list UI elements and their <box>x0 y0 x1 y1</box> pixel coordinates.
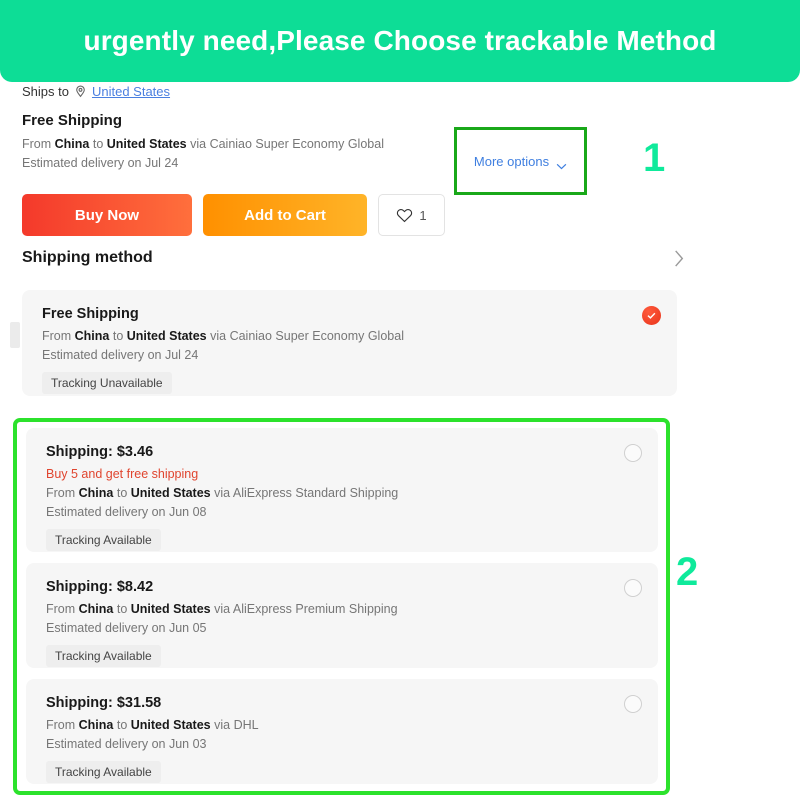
option-eta: Estimated delivery on Jun 05 <box>46 621 207 635</box>
wishlist-count: 1 <box>419 207 427 223</box>
chevron-right-icon[interactable] <box>674 249 684 267</box>
action-buttons: Buy Now Add to Cart 1 <box>22 194 445 236</box>
option-title: Shipping: $8.42 <box>46 579 154 595</box>
option-title: Shipping: $3.46 <box>46 444 154 460</box>
option-route: From China to United States via AliExpre… <box>46 602 398 616</box>
location-pin-icon <box>74 85 87 98</box>
option-eta: Estimated delivery on Jun 08 <box>46 505 207 519</box>
trackable-options-group: Shipping: $3.46 Buy 5 and get free shipp… <box>13 418 670 795</box>
more-options-button[interactable]: More options <box>454 127 587 195</box>
option-radio[interactable] <box>624 695 642 713</box>
option-eta: Estimated delivery on Jun 03 <box>46 737 207 751</box>
option-title: Free Shipping <box>42 306 139 322</box>
annotation-marker-2: 2 <box>676 550 699 594</box>
ships-to-row: Ships to United States <box>22 84 170 99</box>
annotation-banner-text: urgently need,Please Choose trackable Me… <box>83 25 717 56</box>
more-options-inner: More options <box>474 154 567 169</box>
shipping-option-premium[interactable]: Shipping: $8.42 From China to United Sta… <box>26 563 658 668</box>
option-radio[interactable] <box>624 579 642 597</box>
summary-origin: China <box>54 137 90 151</box>
free-shipping-summary: Free Shipping From China to United State… <box>22 112 452 173</box>
chevron-down-icon <box>556 158 567 169</box>
wishlist-button[interactable]: 1 <box>378 194 445 236</box>
buy-now-button[interactable]: Buy Now <box>22 194 192 236</box>
shipping-option-standard[interactable]: Shipping: $3.46 Buy 5 and get free shipp… <box>26 428 658 552</box>
ships-to-label: Ships to <box>22 84 69 99</box>
shipping-method-page: urgently need,Please Choose trackable Me… <box>0 0 800 800</box>
scroll-handle[interactable] <box>10 322 20 348</box>
option-radio-selected[interactable] <box>642 306 661 325</box>
option-promo: Buy 5 and get free shipping <box>46 467 199 481</box>
shipping-option-selected[interactable]: Free Shipping From China to United State… <box>22 290 677 396</box>
option-route: From China to United States via DHL <box>46 718 259 732</box>
annotation-banner: urgently need,Please Choose trackable Me… <box>0 0 800 82</box>
summary-route: From China to United States via Cainiao … <box>22 137 384 151</box>
option-title: Shipping: $31.58 <box>46 695 162 711</box>
tracking-badge: Tracking Available <box>46 529 161 551</box>
tracking-badge: Tracking Unavailable <box>42 372 172 394</box>
heart-icon <box>396 207 413 223</box>
option-route: From China to United States via Cainiao … <box>42 329 404 343</box>
option-radio[interactable] <box>624 444 642 462</box>
shipping-method-title: Shipping method <box>22 249 153 266</box>
shipping-option-dhl[interactable]: Shipping: $31.58 From China to United St… <box>26 679 658 784</box>
summary-title: Free Shipping <box>22 112 123 129</box>
annotation-marker-1: 1 <box>643 136 666 180</box>
add-to-cart-button[interactable]: Add to Cart <box>203 194 367 236</box>
more-options-label: More options <box>473 153 550 169</box>
ships-to-country-link[interactable]: United States <box>92 84 170 99</box>
summary-destination: United States <box>106 137 187 151</box>
option-route: From China to United States via AliExpre… <box>46 486 399 500</box>
option-eta: Estimated delivery on Jul 24 <box>42 348 199 362</box>
shipping-method-header[interactable]: Shipping method <box>22 249 684 267</box>
tracking-badge: Tracking Available <box>46 761 161 783</box>
tracking-badge: Tracking Available <box>46 645 161 667</box>
trackable-options-list: Shipping: $3.46 Buy 5 and get free shipp… <box>26 428 658 784</box>
summary-eta: Estimated delivery on Jul 24 <box>22 156 179 170</box>
